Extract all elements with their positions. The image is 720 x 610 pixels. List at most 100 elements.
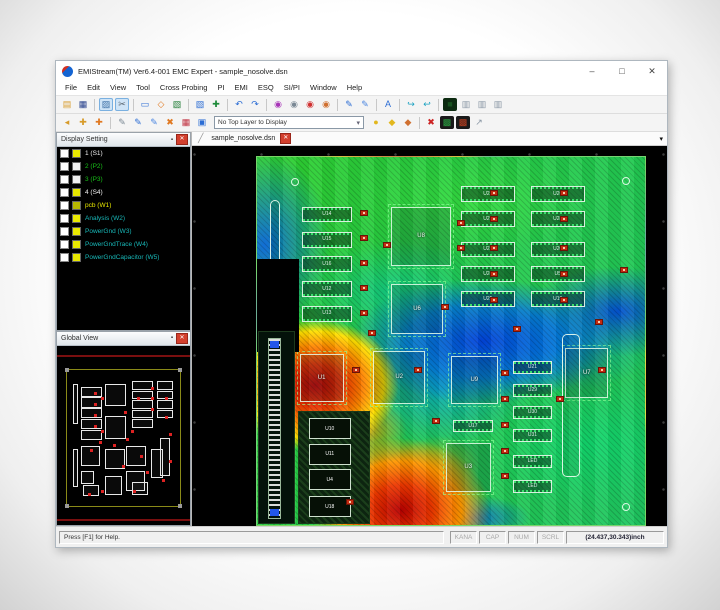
close-button[interactable]: ✕ [637, 61, 667, 81]
undo-icon[interactable]: ↶ [232, 98, 246, 111]
maximize-button[interactable]: □ [607, 61, 637, 81]
layer-row-3p3[interactable]: 3 (P3) [57, 173, 190, 186]
component-led[interactable]: LED [513, 480, 552, 493]
zoom-previous-icon[interactable]: ◂ [60, 116, 74, 129]
component-u15[interactable]: U15 [301, 231, 353, 248]
decoupling-capacitor[interactable] [501, 396, 510, 403]
menu-sipi[interactable]: SI/PI [279, 81, 305, 95]
hole-feature[interactable] [621, 502, 630, 511]
decoupling-capacitor[interactable] [501, 370, 510, 377]
decoupling-capacitor[interactable] [359, 309, 368, 316]
layer-row-powergndtracew4[interactable]: PowerGndTrace (W4) [57, 238, 190, 251]
component-u29[interactable]: U29 [513, 383, 552, 397]
selection-handle[interactable] [65, 504, 70, 509]
component-u9[interactable]: U9 [448, 352, 501, 407]
hole-feature[interactable] [290, 177, 299, 186]
probe-pin-icon[interactable]: ◉ [303, 98, 317, 111]
decoupling-capacitor[interactable] [594, 318, 603, 325]
export-result-icon[interactable]: ↗ [472, 116, 486, 129]
menu-esq[interactable]: ESQ [253, 81, 279, 95]
tab-sample-nosolve[interactable]: sample_nosolve.dsn ✕ [207, 132, 295, 145]
global-view-board[interactable] [65, 368, 183, 509]
net-unlink-icon[interactable]: ↩ [420, 98, 434, 111]
layer-visibility-checkbox[interactable] [60, 201, 69, 210]
menu-tool[interactable]: Tool [131, 81, 155, 95]
decoupling-capacitor[interactable] [383, 241, 392, 248]
component-u12[interactable]: U12 [301, 281, 353, 298]
menu-help[interactable]: Help [342, 81, 367, 95]
select-mode-icon[interactable]: ▨ [99, 98, 113, 111]
design-canvas[interactable]: U14 U15 U16 U12 U13 U8 U22 U27 U23 U24 U25 U26 U28 U2… [192, 146, 667, 526]
selection-handle[interactable] [178, 504, 183, 509]
layer-row-1s1[interactable]: 1 (S1) [57, 147, 190, 160]
component-u2[interactable]: U2 [370, 347, 428, 407]
tab-overflow-icon[interactable]: ▾ [659, 135, 663, 143]
draw-trace-icon[interactable]: ✎ [131, 116, 145, 129]
layer-color-swatch[interactable] [72, 201, 81, 210]
layer-row-4s4[interactable]: 4 (S4) [57, 186, 190, 199]
net-highlight-icon[interactable]: ● [369, 116, 383, 129]
component-u24[interactable]: U24 [460, 266, 515, 283]
net-select-1-icon[interactable]: ◆ [385, 116, 399, 129]
layer-color-swatch[interactable] [72, 188, 81, 197]
pin-icon[interactable]: ▪ [171, 137, 173, 143]
decoupling-capacitor[interactable] [501, 421, 510, 428]
decoupling-capacitor[interactable] [489, 215, 498, 222]
minimize-button[interactable]: – [577, 61, 607, 81]
component-u23[interactable]: U23 [460, 241, 515, 258]
probe-net-icon[interactable]: ◉ [271, 98, 285, 111]
pin-icon[interactable]: ▪ [171, 335, 173, 341]
menu-view[interactable]: View [105, 81, 131, 95]
conn-feature[interactable] [258, 331, 296, 524]
net-select-2-icon[interactable]: ◆ [401, 116, 415, 129]
emi-analysis-icon[interactable]: ✖ [424, 116, 438, 129]
layer-color-swatch[interactable] [72, 253, 81, 262]
decoupling-capacitor[interactable] [501, 473, 510, 480]
layer-color-swatch[interactable] [72, 214, 81, 223]
redo-icon[interactable]: ↷ [248, 98, 262, 111]
component-view-icon[interactable]: ◇ [154, 98, 168, 111]
probe-via-icon[interactable]: ◉ [319, 98, 333, 111]
layer-view-dark-icon[interactable]: ■ [443, 98, 457, 111]
menu-pi[interactable]: PI [212, 81, 229, 95]
component-u22[interactable]: U22 [460, 186, 515, 203]
component-u27[interactable]: U27 [460, 211, 515, 228]
layer-color-swatch[interactable] [72, 227, 81, 236]
layer-color-swatch[interactable] [72, 162, 81, 171]
decoupling-capacitor[interactable] [489, 190, 498, 197]
slot-feature[interactable] [562, 334, 581, 478]
component-u25[interactable]: U25 [460, 291, 515, 308]
text-tool-icon[interactable]: A [381, 98, 395, 111]
decoupling-capacitor[interactable] [456, 245, 465, 252]
decoupling-capacitor[interactable] [559, 245, 568, 252]
component-u30[interactable]: U30 [513, 405, 552, 419]
top-layer-dropdown[interactable]: No Top Layer to Display ▾ [214, 116, 364, 129]
decoupling-capacitor[interactable] [359, 260, 368, 267]
probe-component-icon[interactable]: ◉ [287, 98, 301, 111]
module-component-u4[interactable]: U4 [308, 469, 351, 491]
decoupling-capacitor[interactable] [359, 235, 368, 242]
result-map-1-icon[interactable]: ▩ [440, 116, 454, 129]
component-led[interactable]: LED [513, 455, 552, 468]
board-view-icon[interactable]: ▭ [138, 98, 152, 111]
decoupling-capacitor[interactable] [359, 285, 368, 292]
global-view-header[interactable]: Global View ▪ ✕ [57, 331, 190, 346]
layer-row-powergndw3[interactable]: PowerGnd (W3) [57, 225, 190, 238]
decoupling-capacitor[interactable] [456, 219, 465, 226]
decoupling-capacitor[interactable] [441, 304, 450, 311]
decoupling-capacitor[interactable] [555, 396, 564, 403]
hole-feature[interactable] [621, 177, 630, 186]
module-component-u10[interactable]: U10 [308, 418, 351, 440]
decoupling-capacitor[interactable] [619, 267, 628, 274]
layer-row-analysisw2[interactable]: Analysis (W2) [57, 212, 190, 225]
rule-check-icon[interactable]: ▦ [179, 116, 193, 129]
component-u5[interactable]: U5 [530, 266, 585, 283]
component-u21[interactable]: U21 [513, 360, 552, 374]
add-item-icon[interactable]: ✚ [209, 98, 223, 111]
decoupling-capacitor[interactable] [489, 296, 498, 303]
selection-handle[interactable] [178, 368, 183, 373]
component-u26[interactable]: U26 [530, 186, 585, 203]
layer-view-3-icon[interactable]: ▥ [491, 98, 505, 111]
module-component-u18[interactable]: U18 [308, 496, 351, 518]
decoupling-capacitor[interactable] [559, 190, 568, 197]
